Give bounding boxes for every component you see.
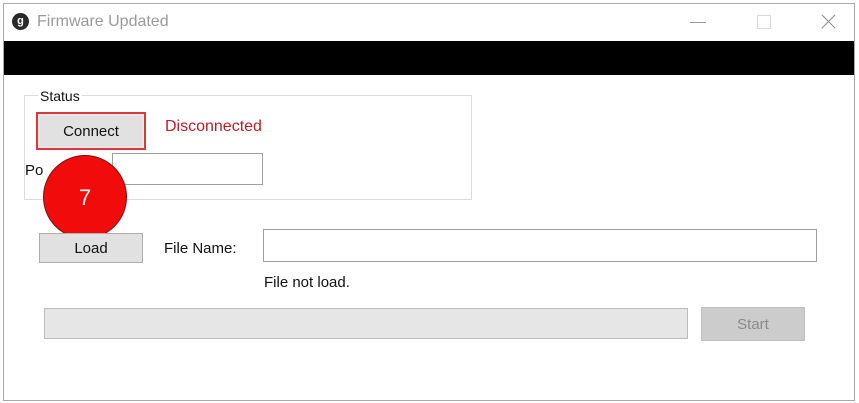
file-status: File not load. [264,274,350,291]
progress-bar [44,308,688,339]
connect-button[interactable]: Connect [36,112,146,150]
app-icon: g [12,13,29,30]
step-marker: 7 [43,155,127,239]
status-group-label: Status [38,88,82,104]
connection-status: Disconnected [165,118,262,135]
close-icon[interactable] [808,8,848,36]
start-button[interactable]: Start [701,307,805,341]
load-button[interactable]: Load [39,233,143,263]
window-title: Firmware Updated [37,13,169,30]
file-name-label: File Name: [164,240,237,257]
port-field[interactable] [112,153,263,185]
title-bar: g Firmware Updated [4,4,854,41]
minimize-button[interactable] [678,8,718,36]
firmware-window: g Firmware Updated [3,3,855,401]
maximize-icon [757,15,771,29]
header-band [4,41,854,75]
port-label: Po [25,162,44,179]
maximize-button[interactable] [744,8,784,36]
minimize-icon [690,22,706,23]
file-name-field[interactable] [263,229,817,262]
